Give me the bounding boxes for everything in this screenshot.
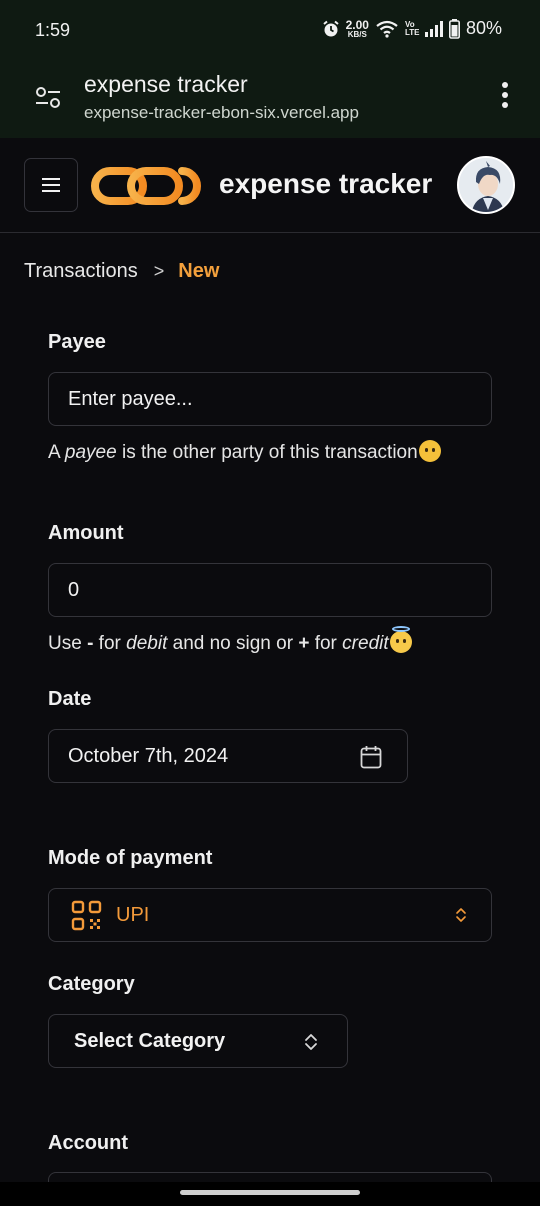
- payee-label: Payee: [48, 331, 106, 353]
- chevron-up-down-icon: [305, 1034, 317, 1050]
- system-nav-bar: [0, 1182, 540, 1206]
- browser-url[interactable]: expense-tracker-ebon-six.vercel.app: [84, 103, 359, 123]
- date-picker-button[interactable]: October 7th, 2024: [48, 729, 408, 783]
- browser-page-title: expense tracker: [84, 71, 248, 97]
- wifi-icon: [376, 20, 398, 38]
- amount-help-4: for: [309, 633, 343, 654]
- amount-label: Amount: [48, 522, 124, 544]
- browser-menu-icon[interactable]: [500, 82, 510, 112]
- user-avatar-icon: [459, 158, 513, 212]
- status-icons: 2.00 KB/S Vo LTE 80%: [322, 18, 502, 39]
- category-value: Select Category: [74, 1029, 226, 1052]
- status-bar: 1:59 2.00 KB/S Vo LTE 80%: [0, 0, 540, 60]
- site-settings-icon[interactable]: [35, 84, 61, 112]
- angel-emoji-icon: [389, 626, 412, 653]
- mode-of-payment-label: Mode of payment: [48, 847, 213, 869]
- status-time: 1:59: [35, 20, 71, 40]
- volte-label: Vo LTE: [404, 19, 420, 37]
- net-speed-unit: KB/S: [347, 29, 367, 39]
- thinking-emoji-icon: [418, 440, 441, 462]
- qr-code-icon: [71, 900, 102, 930]
- battery-icon: [448, 18, 460, 39]
- amount-help-3: and no sign or: [167, 633, 299, 654]
- date-label: Date: [48, 688, 92, 710]
- amount-help-debit: debit: [126, 633, 168, 654]
- browser-url-bar: expense tracker expense-tracker-ebon-six…: [0, 60, 540, 138]
- payee-input[interactable]: Enter payee...: [48, 372, 492, 426]
- payee-help-suffix: is the other party of this transaction: [116, 442, 418, 463]
- alarm-icon: [322, 20, 339, 36]
- payee-help-prefix: A: [48, 442, 65, 463]
- breadcrumb-current: New: [178, 260, 220, 282]
- chevron-up-down-icon: [456, 908, 466, 922]
- calendar-icon: [360, 746, 382, 769]
- category-select[interactable]: Select Category: [48, 1014, 348, 1068]
- account-label: Account: [48, 1132, 128, 1154]
- logo-icon: [91, 167, 201, 205]
- breadcrumb-separator: >: [153, 261, 165, 281]
- amount-input-text: 0: [68, 578, 80, 601]
- brand-name: expense tracker: [219, 168, 433, 199]
- battery-percent: 80%: [465, 18, 502, 38]
- signal-icon: [424, 20, 443, 37]
- payee-help-em: payee: [64, 442, 117, 463]
- amount-help-credit: credit: [342, 633, 389, 654]
- hamburger-icon: [42, 178, 60, 180]
- breadcrumb: Transactions > New: [24, 260, 219, 283]
- mode-of-payment-value: UPI: [116, 903, 150, 926]
- category-label: Category: [48, 973, 135, 995]
- payee-help: A payee is the other party of this trans…: [48, 440, 441, 464]
- avatar[interactable]: [457, 156, 515, 214]
- home-gesture-handle[interactable]: [180, 1190, 360, 1195]
- amount-input[interactable]: 0: [48, 563, 492, 617]
- net-speed: 2.00 KB/S: [346, 19, 369, 39]
- menu-button[interactable]: [24, 158, 78, 212]
- breadcrumb-transactions[interactable]: Transactions: [24, 260, 138, 283]
- app-header: expense tracker: [0, 138, 540, 233]
- amount-help: Use - for debit and no sign or + for cre…: [48, 626, 412, 655]
- mode-of-payment-select[interactable]: UPI: [48, 888, 492, 942]
- net-speed-value: 2.00: [345, 17, 369, 32]
- payee-input-text: Enter payee...: [68, 387, 193, 410]
- amount-help-2: for: [93, 633, 127, 654]
- date-value: October 7th, 2024: [68, 744, 229, 767]
- amount-help-plus: +: [298, 633, 310, 654]
- amount-help-1: Use: [48, 633, 88, 654]
